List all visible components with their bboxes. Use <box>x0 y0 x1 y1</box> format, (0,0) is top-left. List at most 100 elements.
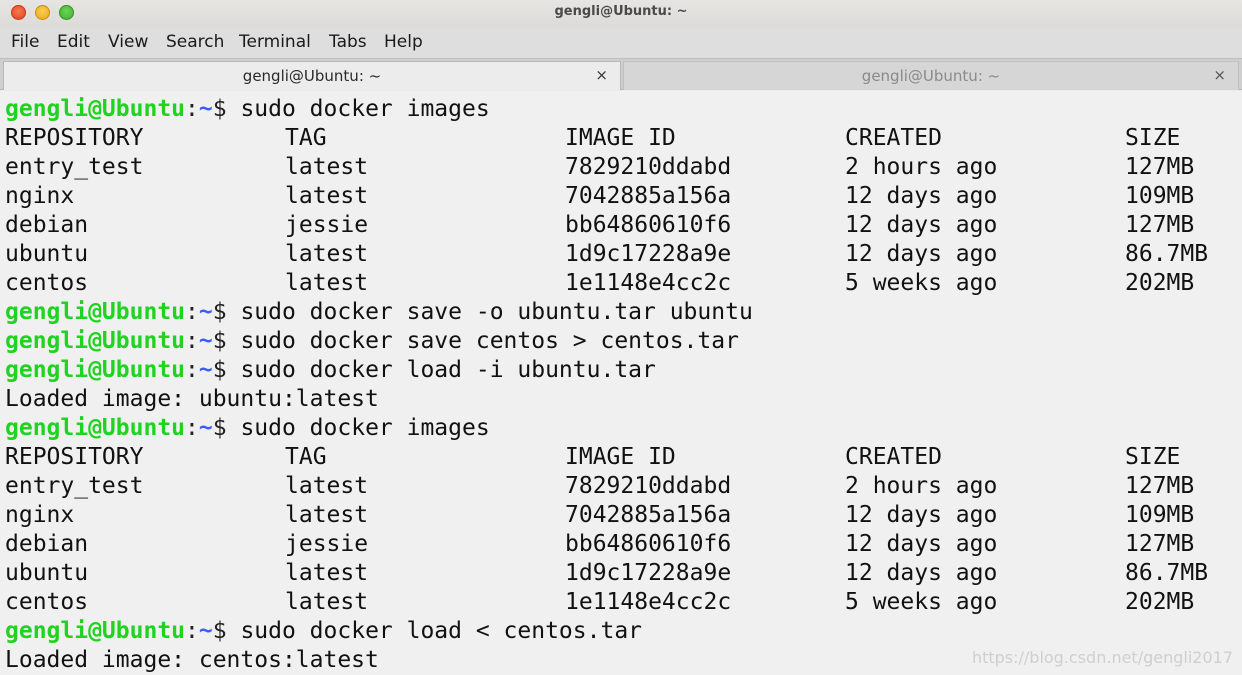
table-cell: debian <box>5 531 89 557</box>
prompt-path: ~ <box>198 357 213 383</box>
table-cell: jessie <box>285 531 369 557</box>
command-text: sudo docker images <box>226 96 490 122</box>
prompt-dollar: $ <box>212 299 227 325</box>
table-cell: 202MB <box>1125 270 1195 296</box>
command-line: gengli@Ubuntu:~$ sudo docker save -o ubu… <box>5 298 753 327</box>
prompt-path: ~ <box>198 328 213 354</box>
menu-edit[interactable]: Edit <box>57 32 90 52</box>
table-cell: 12 days ago <box>845 560 998 586</box>
command-line: gengli@Ubuntu:~$ sudo docker save centos… <box>5 327 739 356</box>
table-cell: 109MB <box>1125 183 1195 209</box>
table-cell: 7042885a156a <box>565 502 732 528</box>
prompt-dollar: $ <box>212 357 227 383</box>
command-line: gengli@Ubuntu:~$ sudo docker images <box>5 414 490 443</box>
command-text: sudo docker images <box>226 415 490 441</box>
prompt-path: ~ <box>198 415 213 441</box>
table-cell: SIZE <box>1125 125 1181 151</box>
menu-file[interactable]: File <box>11 32 39 52</box>
table-cell: 12 days ago <box>845 241 998 267</box>
table-cell: 7829210ddabd <box>565 473 732 499</box>
table-cell: nginx <box>5 502 75 528</box>
prompt-user: gengli@Ubuntu <box>5 357 186 383</box>
terminal-output[interactable]: gengli@Ubuntu:~$ sudo docker images REPOS… <box>0 91 1242 675</box>
command-line: gengli@Ubuntu:~$ sudo docker images <box>5 95 490 124</box>
table-cell: centos <box>5 589 89 615</box>
table-cell: latest <box>285 270 369 296</box>
table-cell: 5 weeks ago <box>845 270 998 296</box>
tab-bar: gengli@Ubuntu: ~ × gengli@Ubuntu: ~ × <box>0 58 1242 90</box>
prompt-user: gengli@Ubuntu <box>5 415 186 441</box>
table-cell: 7042885a156a <box>565 183 732 209</box>
table-cell: IMAGE ID <box>565 125 676 151</box>
table-cell: SIZE <box>1125 444 1181 470</box>
command-text: sudo docker load < centos.tar <box>226 618 643 644</box>
table-cell: 127MB <box>1125 154 1195 180</box>
table-cell: 86.7MB <box>1125 560 1209 586</box>
table-cell: latest <box>285 183 369 209</box>
command-text: sudo docker save centos > centos.tar <box>226 328 739 354</box>
table-cell: latest <box>285 589 369 615</box>
output-text: Loaded image: ubuntu:latest <box>5 386 379 412</box>
watermark: https://blog.csdn.net/gengli2017 <box>971 648 1233 667</box>
prompt-dollar: $ <box>212 415 227 441</box>
window-title: gengli@Ubuntu: ~ <box>554 4 688 19</box>
table-cell: ubuntu <box>5 560 89 586</box>
prompt-dollar: $ <box>212 96 227 122</box>
menu-view[interactable]: View <box>108 32 148 52</box>
command-line: gengli@Ubuntu:~$ sudo docker load < cent… <box>5 617 642 646</box>
table-cell: latest <box>285 154 369 180</box>
menu-help[interactable]: Help <box>384 32 423 52</box>
table-cell: 12 days ago <box>845 502 998 528</box>
table-cell: 1e1148e4cc2c <box>565 270 732 296</box>
close-tab-icon[interactable]: × <box>595 66 608 84</box>
table-cell: TAG <box>285 444 327 470</box>
table-cell: 2 hours ago <box>845 154 998 180</box>
menu-terminal[interactable]: Terminal <box>239 32 311 52</box>
table-cell: REPOSITORY <box>5 125 144 151</box>
prompt-path: ~ <box>198 96 213 122</box>
prompt-user: gengli@Ubuntu <box>5 618 186 644</box>
table-cell: bb64860610f6 <box>565 212 732 238</box>
table-cell: latest <box>285 241 369 267</box>
table-cell: 12 days ago <box>845 212 998 238</box>
menu-search[interactable]: Search <box>166 32 224 52</box>
table-cell: 86.7MB <box>1125 241 1209 267</box>
table-cell: IMAGE ID <box>565 444 676 470</box>
table-cell: entry_test <box>5 473 144 499</box>
table-cell: 5 weeks ago <box>845 589 998 615</box>
prompt-colon: : <box>185 96 199 122</box>
prompt-dollar: $ <box>212 328 227 354</box>
prompt-dollar: $ <box>212 618 227 644</box>
table-cell: 12 days ago <box>845 183 998 209</box>
prompt-colon: : <box>185 299 199 325</box>
table-cell: CREATED <box>845 125 942 151</box>
terminal-window: gengli@Ubuntu: ~ File Edit View Search T… <box>0 0 1242 675</box>
title-bar[interactable]: gengli@Ubuntu: ~ <box>0 0 1242 27</box>
menu-tabs[interactable]: Tabs <box>329 32 367 52</box>
table-cell: 7829210ddabd <box>565 154 732 180</box>
table-cell: 127MB <box>1125 473 1195 499</box>
close-tab-icon[interactable]: × <box>1213 66 1226 84</box>
tab-terminal-2[interactable]: gengli@Ubuntu: ~ × <box>623 61 1239 90</box>
table-cell: 1d9c17228a9e <box>565 241 732 267</box>
prompt-user: gengli@Ubuntu <box>5 328 186 354</box>
table-cell: debian <box>5 212 89 238</box>
table-cell: 109MB <box>1125 502 1195 528</box>
prompt-colon: : <box>185 618 199 644</box>
table-cell: ubuntu <box>5 241 89 267</box>
prompt-user: gengli@Ubuntu <box>5 96 186 122</box>
output-line: Loaded image: ubuntu:latest <box>5 385 379 414</box>
tab-label: gengli@Ubuntu: ~ <box>861 67 1001 85</box>
menu-bar: File Edit View Search Terminal Tabs Help <box>0 27 1242 58</box>
tab-terminal-1[interactable]: gengli@Ubuntu: ~ × <box>3 61 621 90</box>
table-cell: TAG <box>285 125 327 151</box>
prompt-colon: : <box>185 357 199 383</box>
table-cell: latest <box>285 502 369 528</box>
table-cell: centos <box>5 270 89 296</box>
table-cell: entry_test <box>5 154 144 180</box>
table-cell: 2 hours ago <box>845 473 998 499</box>
output-text: Loaded image: centos:latest <box>5 647 379 673</box>
prompt-colon: : <box>185 415 199 441</box>
table-cell: 1d9c17228a9e <box>565 560 732 586</box>
table-cell: latest <box>285 473 369 499</box>
